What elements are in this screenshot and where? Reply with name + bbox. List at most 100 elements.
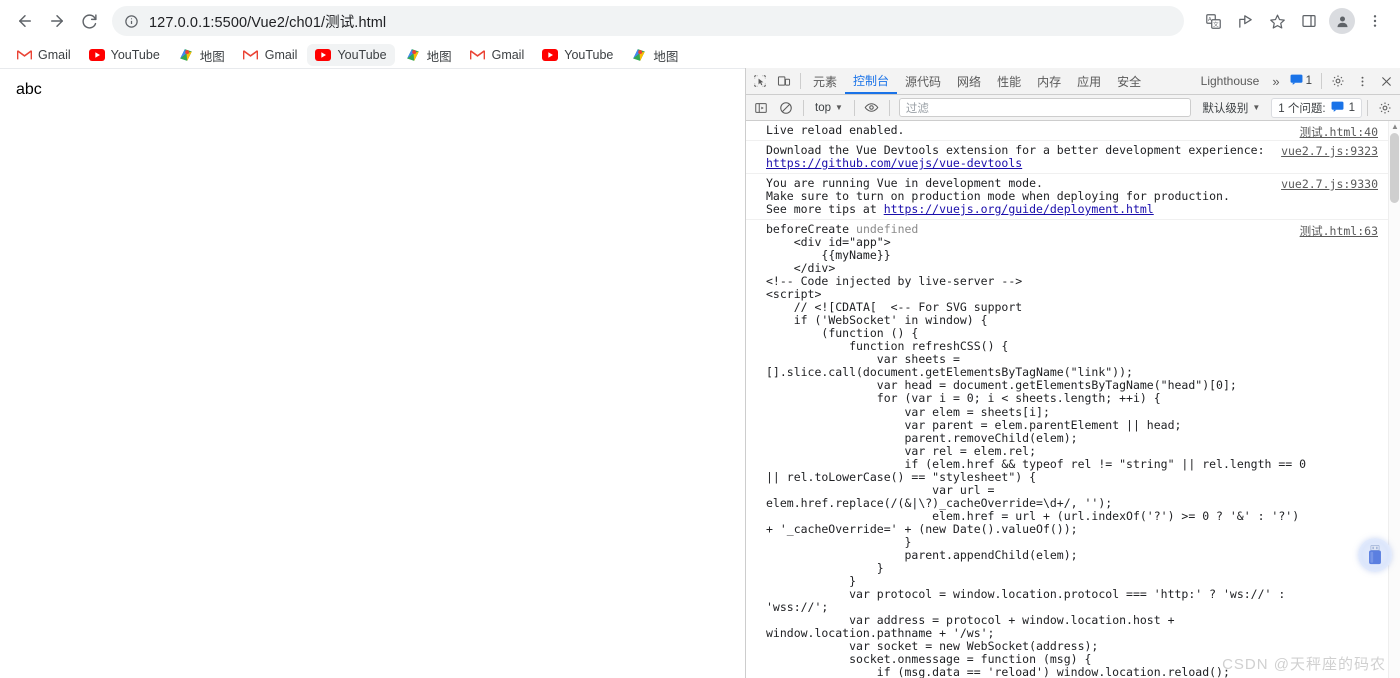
gear-icon[interactable] [1373, 96, 1397, 120]
tab-console[interactable]: 控制台 [845, 68, 898, 94]
log-level-select[interactable]: 默认级别 ▼ [1196, 100, 1266, 116]
browser-toolbar-actions: 文A [1192, 6, 1390, 36]
tab-performance[interactable]: 性能 [989, 68, 1029, 94]
bookmark-item[interactable]: YouTube [534, 44, 621, 66]
bookmark-item[interactable]: Gmail [235, 44, 306, 66]
console-message-source-link[interactable]: vue2.7.js:9330 [1281, 177, 1378, 191]
scroll-up-arrow-icon[interactable]: ▲ [1391, 123, 1399, 131]
chevron-down-icon: ▼ [835, 103, 843, 112]
share-icon[interactable] [1230, 6, 1260, 36]
injected-code-dump: <div id="app"> {{myName}} </div> <!-- Co… [766, 234, 1307, 678]
console-message[interactable]: Live reload enabled. 测试.html:40 [746, 121, 1400, 141]
tab-memory[interactable]: 内存 [1029, 68, 1069, 94]
tab-application[interactable]: 应用 [1069, 68, 1109, 94]
console-message-source-link[interactable]: 测试.html:40 [1300, 124, 1378, 140]
console-message-source-link[interactable]: 测试.html:63 [1300, 223, 1378, 239]
back-button[interactable] [10, 6, 40, 36]
side-panel-icon[interactable] [1294, 6, 1324, 36]
console-toolbar: top ▼ 过滤 默认级别 ▼ 1 个问题: 1 [746, 95, 1400, 121]
translate-icon[interactable]: 文A [1198, 6, 1228, 36]
tab-elements[interactable]: 元素 [805, 68, 845, 94]
bookmarks-bar: Gmail YouTube 地图 Gmail YouTube 地图 Gmail … [0, 42, 1400, 68]
svg-text:A: A [1207, 17, 1211, 23]
bookmark-item[interactable]: 地图 [623, 44, 686, 66]
log-level-value: 默认级别 [1202, 102, 1249, 115]
bookmark-item[interactable]: Gmail [462, 44, 533, 66]
gmail-icon [243, 47, 259, 63]
browser-window: 127.0.0.1:5500/Vue2/ch01/测试.html 文A Gmai… [0, 0, 1400, 678]
console-message[interactable]: You are running Vue in development mode.… [746, 174, 1400, 220]
bookmark-item[interactable]: Gmail [8, 44, 79, 66]
console-filter-input[interactable]: 过滤 [898, 98, 1192, 117]
issues-summary-pill[interactable]: 1 个问题: 1 [1271, 97, 1362, 118]
profile-avatar-icon[interactable] [1329, 8, 1355, 34]
issues-count: 1 [1305, 75, 1312, 87]
address-bar[interactable]: 127.0.0.1:5500/Vue2/ch01/测试.html [112, 6, 1184, 36]
tab-security[interactable]: 安全 [1109, 68, 1149, 94]
page-content-text: abc [16, 81, 42, 98]
tabs-overflow-button[interactable]: » [1267, 74, 1284, 89]
console-message-source-link[interactable]: vue2.7.js:9323 [1281, 144, 1378, 158]
bookmark-label: 地图 [653, 49, 679, 64]
youtube-icon [315, 47, 332, 63]
close-icon[interactable] [1374, 69, 1398, 93]
bookmark-label: YouTube [337, 48, 387, 62]
inspect-element-icon[interactable] [748, 69, 772, 93]
console-scrollbar[interactable]: ▲ [1388, 121, 1400, 678]
bookmark-label: YouTube [110, 48, 160, 62]
usb-drive-icon[interactable] [1358, 538, 1392, 572]
maps-icon [405, 47, 421, 63]
tab-network[interactable]: 网络 [949, 68, 989, 94]
bookmark-label: Gmail [38, 48, 71, 62]
devtools-tabbar: 元素 控制台 源代码 网络 性能 内存 应用 安全 Lighthouse » 1 [746, 68, 1400, 95]
before-create-label: beforeCreate [766, 221, 850, 236]
bookmark-star-icon[interactable] [1262, 6, 1292, 36]
console-message-text-line2: https://github.com/vuejs/vue-devtools [766, 156, 1308, 170]
divider [803, 99, 804, 116]
before-create-header: beforeCreate undefined [766, 221, 1308, 236]
forward-button[interactable] [42, 6, 72, 36]
info-circle-icon[interactable] [124, 14, 139, 29]
console-message-text-line3: See more tips at https://vuejs.org/guide… [766, 202, 1308, 216]
bookmark-item[interactable]: 地图 [397, 44, 460, 66]
clear-console-icon[interactable] [774, 96, 798, 120]
navigation-bar: 127.0.0.1:5500/Vue2/ch01/测试.html 文A [0, 0, 1400, 42]
page-viewport: abc [0, 68, 745, 678]
maps-icon [631, 47, 647, 63]
bookmark-item[interactable]: YouTube [81, 44, 168, 66]
bookmark-item-active[interactable]: YouTube [307, 44, 395, 66]
browser-chrome: 127.0.0.1:5500/Vue2/ch01/测试.html 文A Gmai… [0, 0, 1400, 68]
youtube-icon [88, 47, 105, 63]
divider [1367, 99, 1368, 116]
console-sidebar-icon[interactable] [749, 96, 773, 120]
before-create-value: undefined [856, 221, 919, 236]
live-expression-eye-icon[interactable] [860, 96, 884, 120]
issues-summary-label: 1 个问题: [1278, 102, 1326, 115]
tab-lighthouse[interactable]: Lighthouse [1193, 68, 1268, 94]
console-message-text: Live reload enabled. [766, 123, 905, 137]
divider [853, 99, 855, 116]
execution-context-select[interactable]: top ▼ [809, 98, 849, 118]
three-dot-menu-icon[interactable] [1360, 6, 1390, 36]
gmail-icon [470, 47, 486, 63]
console-message[interactable]: Download the Vue Devtools extension for … [746, 141, 1400, 174]
issues-message-icon [1290, 74, 1303, 88]
bookmark-label: Gmail [491, 48, 525, 62]
bookmark-item[interactable]: 地图 [170, 44, 233, 66]
execution-context-value: top [815, 101, 831, 114]
chevron-down-icon: ▼ [1252, 103, 1261, 112]
devtools-panel: 元素 控制台 源代码 网络 性能 内存 应用 安全 Lighthouse » 1 [745, 68, 1400, 678]
vue-deployment-guide-link[interactable]: https://vuejs.org/guide/deployment.html [884, 202, 1154, 216]
console-message-before-create[interactable]: beforeCreate undefined <div id="app"> {{… [746, 220, 1400, 678]
three-dot-menu-icon[interactable] [1350, 69, 1374, 93]
tab-sources[interactable]: 源代码 [897, 68, 949, 94]
gmail-icon [16, 47, 32, 63]
vue-devtools-link[interactable]: https://github.com/vuejs/vue-devtools [766, 156, 1022, 170]
divider [888, 99, 890, 116]
issues-badge[interactable]: 1 [1284, 73, 1317, 89]
scrollbar-thumb[interactable] [1390, 133, 1399, 203]
gear-icon[interactable] [1326, 69, 1350, 93]
reload-button[interactable] [74, 6, 104, 36]
device-toolbar-icon[interactable] [772, 69, 796, 93]
console-message-list[interactable]: Live reload enabled. 测试.html:40 Download… [746, 121, 1400, 678]
